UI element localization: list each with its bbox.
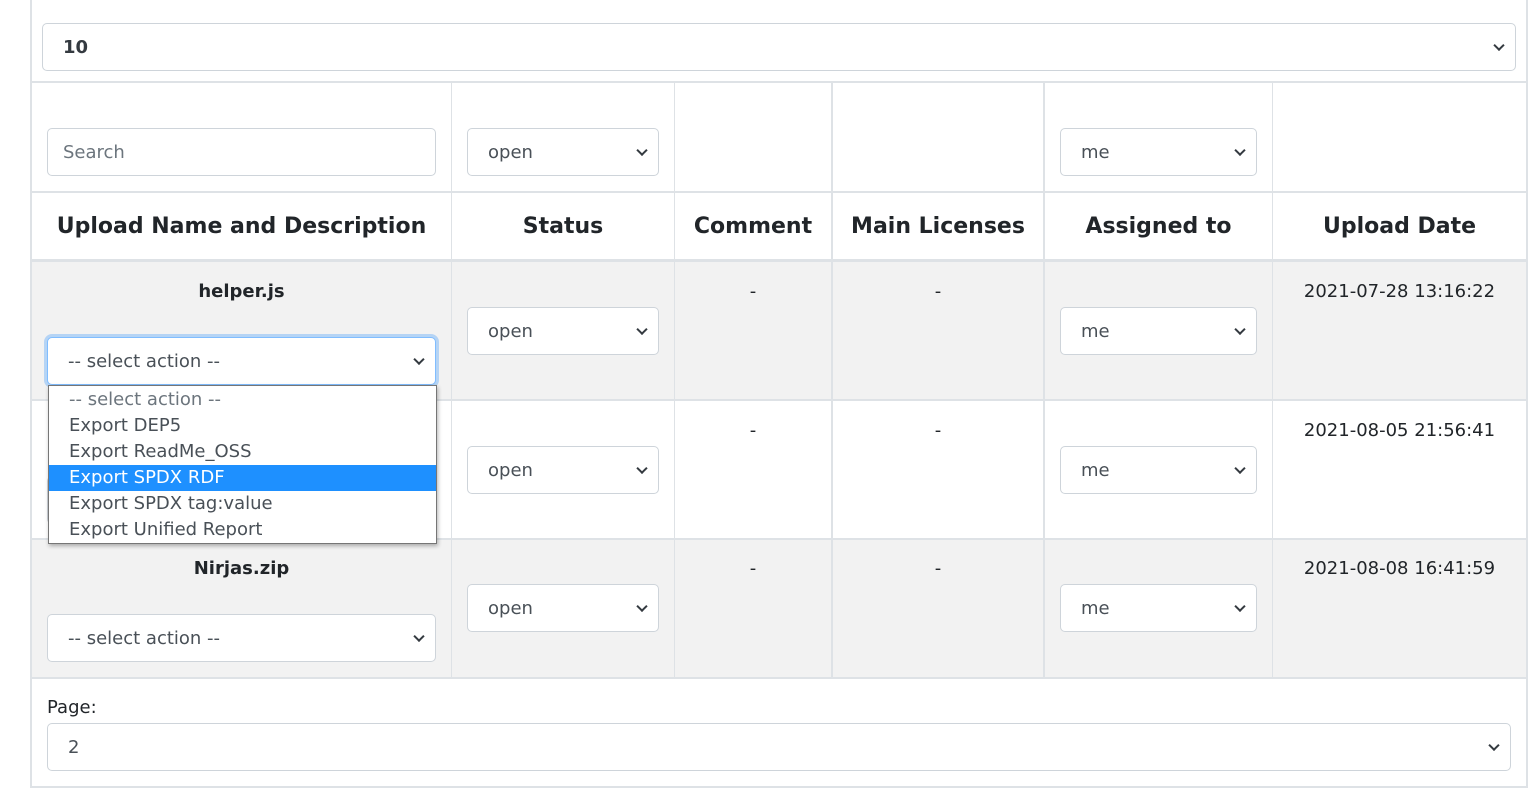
comment-cell: - — [749, 558, 757, 579]
chevron-down-icon — [636, 323, 648, 336]
chevron-down-icon — [1234, 462, 1246, 475]
column-divider — [674, 83, 675, 677]
status-select[interactable]: open — [467, 307, 659, 355]
status-select[interactable]: open — [467, 584, 659, 632]
column-divider — [1272, 83, 1273, 677]
licenses-cell: - — [934, 420, 942, 441]
page-size-select[interactable]: 10 — [42, 23, 1516, 71]
assigned-filter-value: me — [1081, 141, 1110, 163]
action-option[interactable]: Export ReadMe_OSS — [49, 439, 436, 465]
page-select[interactable]: 2 — [47, 723, 1511, 771]
status-value: open — [488, 320, 533, 342]
column-header-assigned-to[interactable]: Assigned to — [1045, 193, 1272, 259]
chevron-down-icon — [636, 600, 648, 613]
licenses-cell: - — [934, 281, 942, 302]
assigned-value: me — [1081, 320, 1110, 342]
chevron-down-icon — [636, 462, 648, 475]
divider — [32, 259, 1526, 262]
column-divider — [831, 83, 833, 677]
upload-date-cell: 2021-08-05 21:56:41 — [1303, 420, 1496, 441]
action-select-value: -- select action -- — [68, 350, 221, 372]
action-option[interactable]: Export Unified Report — [49, 517, 436, 543]
action-option[interactable]: Export SPDX tag:value — [49, 491, 436, 517]
chevron-down-icon — [1234, 323, 1246, 336]
assigned-select[interactable]: me — [1060, 446, 1257, 494]
column-divider — [1043, 83, 1045, 677]
assigned-select[interactable]: me — [1060, 307, 1257, 355]
assigned-select[interactable]: me — [1060, 584, 1257, 632]
column-header-main-licenses[interactable]: Main Licenses — [833, 193, 1043, 259]
action-option[interactable]: -- select action -- — [49, 387, 436, 413]
upload-date-cell: 2021-07-28 13:16:22 — [1303, 281, 1496, 302]
column-header-upload-name[interactable]: Upload Name and Description — [32, 193, 451, 259]
divider — [32, 677, 1526, 679]
status-filter-select[interactable]: open — [467, 128, 659, 176]
column-header-upload-date[interactable]: Upload Date — [1273, 193, 1526, 259]
page-size-value: 10 — [63, 36, 89, 58]
chevron-down-icon — [1234, 600, 1246, 613]
chevron-down-icon — [413, 630, 425, 643]
status-value: open — [488, 459, 533, 481]
chevron-down-icon — [1488, 739, 1500, 752]
action-select[interactable]: -- select action -- — [47, 337, 436, 385]
column-header-comment[interactable]: Comment — [675, 193, 831, 259]
page-label: Page: — [47, 697, 97, 718]
upload-name: Nirjas.zip — [193, 558, 290, 579]
column-header-status[interactable]: Status — [452, 193, 674, 259]
assigned-filter-select[interactable]: me — [1060, 128, 1257, 176]
chevron-down-icon — [413, 353, 425, 366]
action-option-highlighted[interactable]: Export SPDX RDF — [49, 465, 436, 491]
upload-date-cell: 2021-08-08 16:41:59 — [1303, 558, 1496, 579]
search-input[interactable]: Search — [47, 128, 436, 176]
divider — [32, 81, 1526, 83]
comment-cell: - — [749, 420, 757, 441]
page-select-value: 2 — [68, 736, 80, 758]
chevron-down-icon — [1234, 144, 1246, 157]
action-select-value: -- select action -- — [68, 627, 221, 649]
status-select[interactable]: open — [467, 446, 659, 494]
assigned-value: me — [1081, 459, 1110, 481]
comment-cell: - — [749, 281, 757, 302]
chevron-down-icon — [1493, 39, 1505, 52]
action-option[interactable]: Export DEP5 — [49, 413, 436, 439]
search-placeholder: Search — [63, 141, 125, 163]
status-filter-value: open — [488, 141, 533, 163]
action-select[interactable]: -- select action -- — [47, 614, 436, 662]
licenses-cell: - — [934, 558, 942, 579]
action-dropdown-list[interactable]: -- select action -- Export DEP5 Export R… — [48, 385, 437, 544]
column-divider — [451, 83, 452, 677]
upload-name: helper.js — [198, 281, 285, 302]
chevron-down-icon — [636, 144, 648, 157]
status-value: open — [488, 597, 533, 619]
assigned-value: me — [1081, 597, 1110, 619]
